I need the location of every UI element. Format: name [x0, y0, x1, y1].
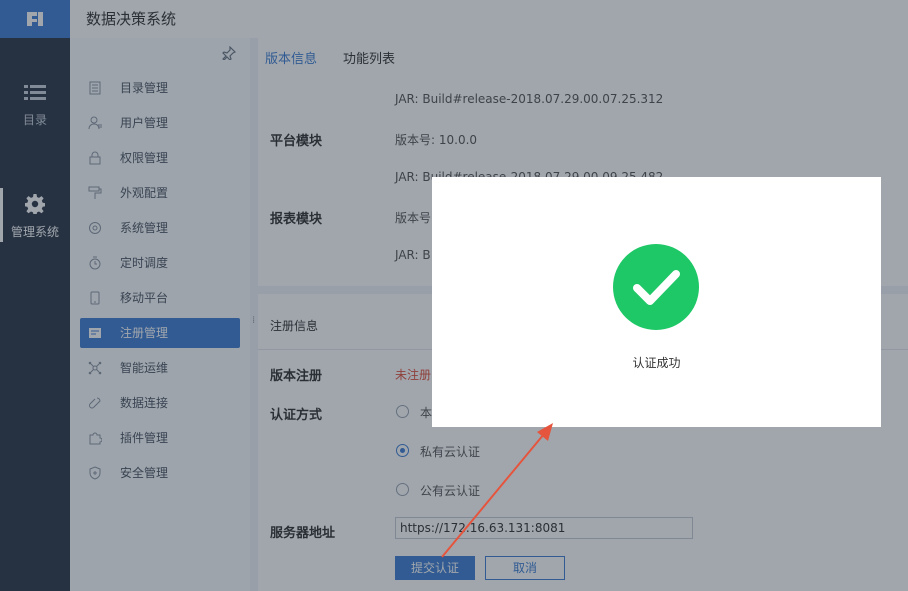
- success-dialog: 认证成功: [432, 177, 881, 427]
- success-message: 认证成功: [632, 356, 681, 370]
- check-circle-icon: [613, 244, 699, 330]
